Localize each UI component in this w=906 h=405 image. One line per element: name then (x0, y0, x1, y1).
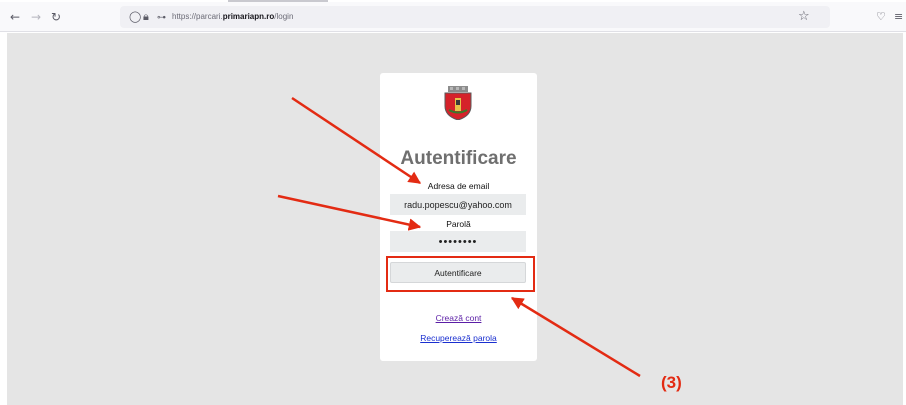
key-icon[interactable]: ⊶ (157, 11, 166, 25)
forward-arrow-icon[interactable]: → (31, 10, 41, 24)
hamburger-menu-icon[interactable]: ≡ (894, 10, 903, 24)
password-field[interactable] (390, 231, 526, 252)
step-label: (3) (661, 373, 682, 392)
create-account-link[interactable]: Crează cont (380, 313, 537, 323)
back-arrow-icon[interactable]: ← (10, 10, 20, 24)
recover-password-link[interactable]: Recuperează parola (380, 333, 537, 343)
reload-icon[interactable]: ↻ (51, 10, 61, 24)
login-card: Autentificare Adresa de email Parolă Aut… (380, 73, 537, 361)
login-title: Autentificare (400, 148, 517, 169)
shield-icon[interactable]: ◯ (129, 10, 141, 24)
password-label: Parolă (446, 219, 471, 229)
star-icon[interactable]: ☆ (798, 9, 810, 24)
lock-icon[interactable]: 🔒︎ (143, 10, 149, 24)
url-text[interactable]: https://parcari.primariapn.ro/login (172, 11, 293, 23)
email-field[interactable] (390, 194, 526, 215)
coat-of-arms-logo (444, 86, 472, 120)
browser-toolbar: ← → ↻ ◯ 🔒︎ ⊶ https://parcari.primariapn.… (0, 2, 906, 32)
pocket-icon[interactable]: ♡ (876, 10, 886, 24)
address-bar[interactable]: ◯ 🔒︎ ⊶ https://parcari.primariapn.ro/log… (120, 6, 830, 28)
page-background: Autentificare Adresa de email Parolă Aut… (7, 33, 903, 405)
email-label: Adresa de email (427, 181, 490, 191)
login-button-highlight (386, 256, 535, 292)
